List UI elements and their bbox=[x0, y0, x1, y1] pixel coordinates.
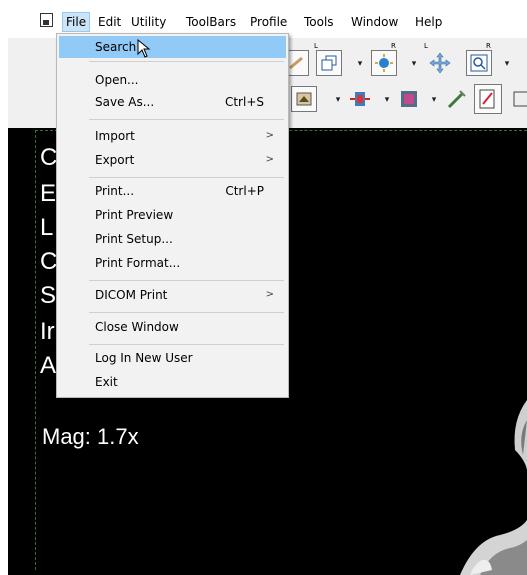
menu-item-save-as[interactable]: Save As... Ctrl+S bbox=[59, 91, 286, 113]
menu-tools[interactable]: Tools bbox=[304, 13, 334, 31]
menu-item-log-in-new-user[interactable]: Log In New User bbox=[59, 347, 286, 369]
overlay-text-line: Ir bbox=[40, 318, 55, 345]
chevron-right-icon: > bbox=[265, 289, 274, 300]
menu-item-search[interactable]: Search bbox=[59, 36, 286, 58]
chevron-down-icon[interactable]: ▾ bbox=[429, 94, 439, 104]
menu-item-export[interactable]: Export > bbox=[59, 149, 286, 171]
compare-icon[interactable] bbox=[347, 86, 373, 112]
menu-utility[interactable]: Utility bbox=[131, 13, 166, 31]
measure-icon[interactable] bbox=[444, 86, 470, 112]
menu-item-close-window[interactable]: Close Window bbox=[59, 316, 286, 338]
menu-item-exit[interactable]: Exit bbox=[59, 371, 286, 393]
menu-item-print-setup[interactable]: Print Setup... bbox=[59, 228, 286, 250]
cascade-windows-icon[interactable] bbox=[316, 50, 342, 76]
menu-item-label: Print Preview bbox=[95, 208, 174, 222]
overlay-text-line: C bbox=[40, 144, 58, 171]
menu-separator bbox=[89, 177, 284, 178]
toolbar-corner-r-label: R bbox=[391, 42, 396, 50]
chevron-down-icon[interactable]: ▾ bbox=[502, 58, 512, 68]
menu-item-label: Import bbox=[95, 129, 135, 143]
overlay-text-line: C bbox=[40, 248, 58, 275]
overlay-text-line: A bbox=[40, 352, 57, 379]
menu-item-dicom-print[interactable]: DICOM Print > bbox=[59, 284, 286, 306]
menu-item-label: Log In New User bbox=[95, 351, 193, 365]
mouse-pointer-icon bbox=[137, 39, 151, 58]
chevron-right-icon: > bbox=[265, 130, 274, 141]
window-left-edge bbox=[0, 0, 8, 575]
chevron-down-icon[interactable]: ▾ bbox=[333, 94, 343, 104]
toolbar-corner-r-label: R bbox=[486, 42, 491, 50]
menu-item-print[interactable]: Print... Ctrl+P bbox=[59, 180, 286, 202]
menu-item-label: Print Format... bbox=[95, 256, 181, 270]
menu-separator bbox=[89, 61, 284, 62]
file-menu-dropdown: Search Open... Save As... Ctrl+S Import … bbox=[56, 33, 289, 398]
menu-item-print-preview[interactable]: Print Preview bbox=[59, 204, 286, 226]
menu-item-shortcut: Ctrl+S bbox=[224, 95, 264, 109]
menu-item-label: Print... bbox=[95, 184, 135, 198]
menu-help[interactable]: Help bbox=[415, 13, 442, 31]
menu-separator bbox=[89, 344, 284, 345]
overlay-text-line: S bbox=[40, 282, 57, 309]
chevron-right-icon: > bbox=[265, 154, 274, 165]
chevron-down-icon[interactable]: ▾ bbox=[355, 58, 365, 68]
menu-separator bbox=[89, 119, 284, 120]
overlay-text-line: L bbox=[40, 214, 54, 241]
menu-separator bbox=[89, 312, 284, 313]
draw-annotation-icon[interactable] bbox=[474, 84, 502, 114]
app-icon[interactable] bbox=[40, 13, 53, 27]
menu-file[interactable]: File bbox=[62, 12, 91, 32]
magnification-label: Mag: 1.7x bbox=[42, 424, 139, 449]
menu-item-label: DICOM Print bbox=[95, 288, 168, 302]
more-tools-icon[interactable] bbox=[506, 86, 527, 112]
chevron-down-icon[interactable]: ▾ bbox=[382, 94, 392, 104]
toolbar-corner-l-label: L bbox=[424, 42, 428, 50]
chevron-down-icon[interactable]: ▾ bbox=[409, 58, 419, 68]
annotation-icon[interactable] bbox=[291, 86, 317, 112]
menu-window[interactable]: Window bbox=[351, 13, 398, 31]
menu-item-label: Open... bbox=[95, 73, 139, 87]
overlay-text-line: E bbox=[40, 180, 57, 207]
scan-image bbox=[460, 400, 527, 575]
menu-item-print-format[interactable]: Print Format... bbox=[59, 252, 286, 274]
menu-item-label: Save As... bbox=[95, 95, 155, 109]
menu-toolbars[interactable]: ToolBars bbox=[186, 13, 236, 31]
menu-item-shortcut: Ctrl+P bbox=[225, 184, 264, 198]
window-level-icon[interactable] bbox=[371, 50, 397, 76]
image-tools-icon[interactable] bbox=[396, 86, 422, 112]
menu-item-label: Search bbox=[95, 40, 137, 54]
menu-item-open[interactable]: Open... bbox=[59, 69, 286, 91]
menu-item-import[interactable]: Import > bbox=[59, 125, 286, 147]
zoom-icon[interactable] bbox=[466, 50, 492, 76]
menu-profile[interactable]: Profile bbox=[250, 13, 287, 31]
menu-item-label: Export bbox=[95, 153, 135, 167]
menu-item-label: Close Window bbox=[95, 320, 179, 334]
menu-separator bbox=[89, 280, 284, 281]
menu-edit[interactable]: Edit bbox=[98, 13, 121, 31]
pan-icon[interactable] bbox=[427, 50, 453, 76]
menu-item-label: Print Setup... bbox=[95, 232, 173, 246]
toolbar-corner-l-label: L bbox=[314, 42, 318, 50]
menu-item-label: Exit bbox=[95, 375, 118, 389]
